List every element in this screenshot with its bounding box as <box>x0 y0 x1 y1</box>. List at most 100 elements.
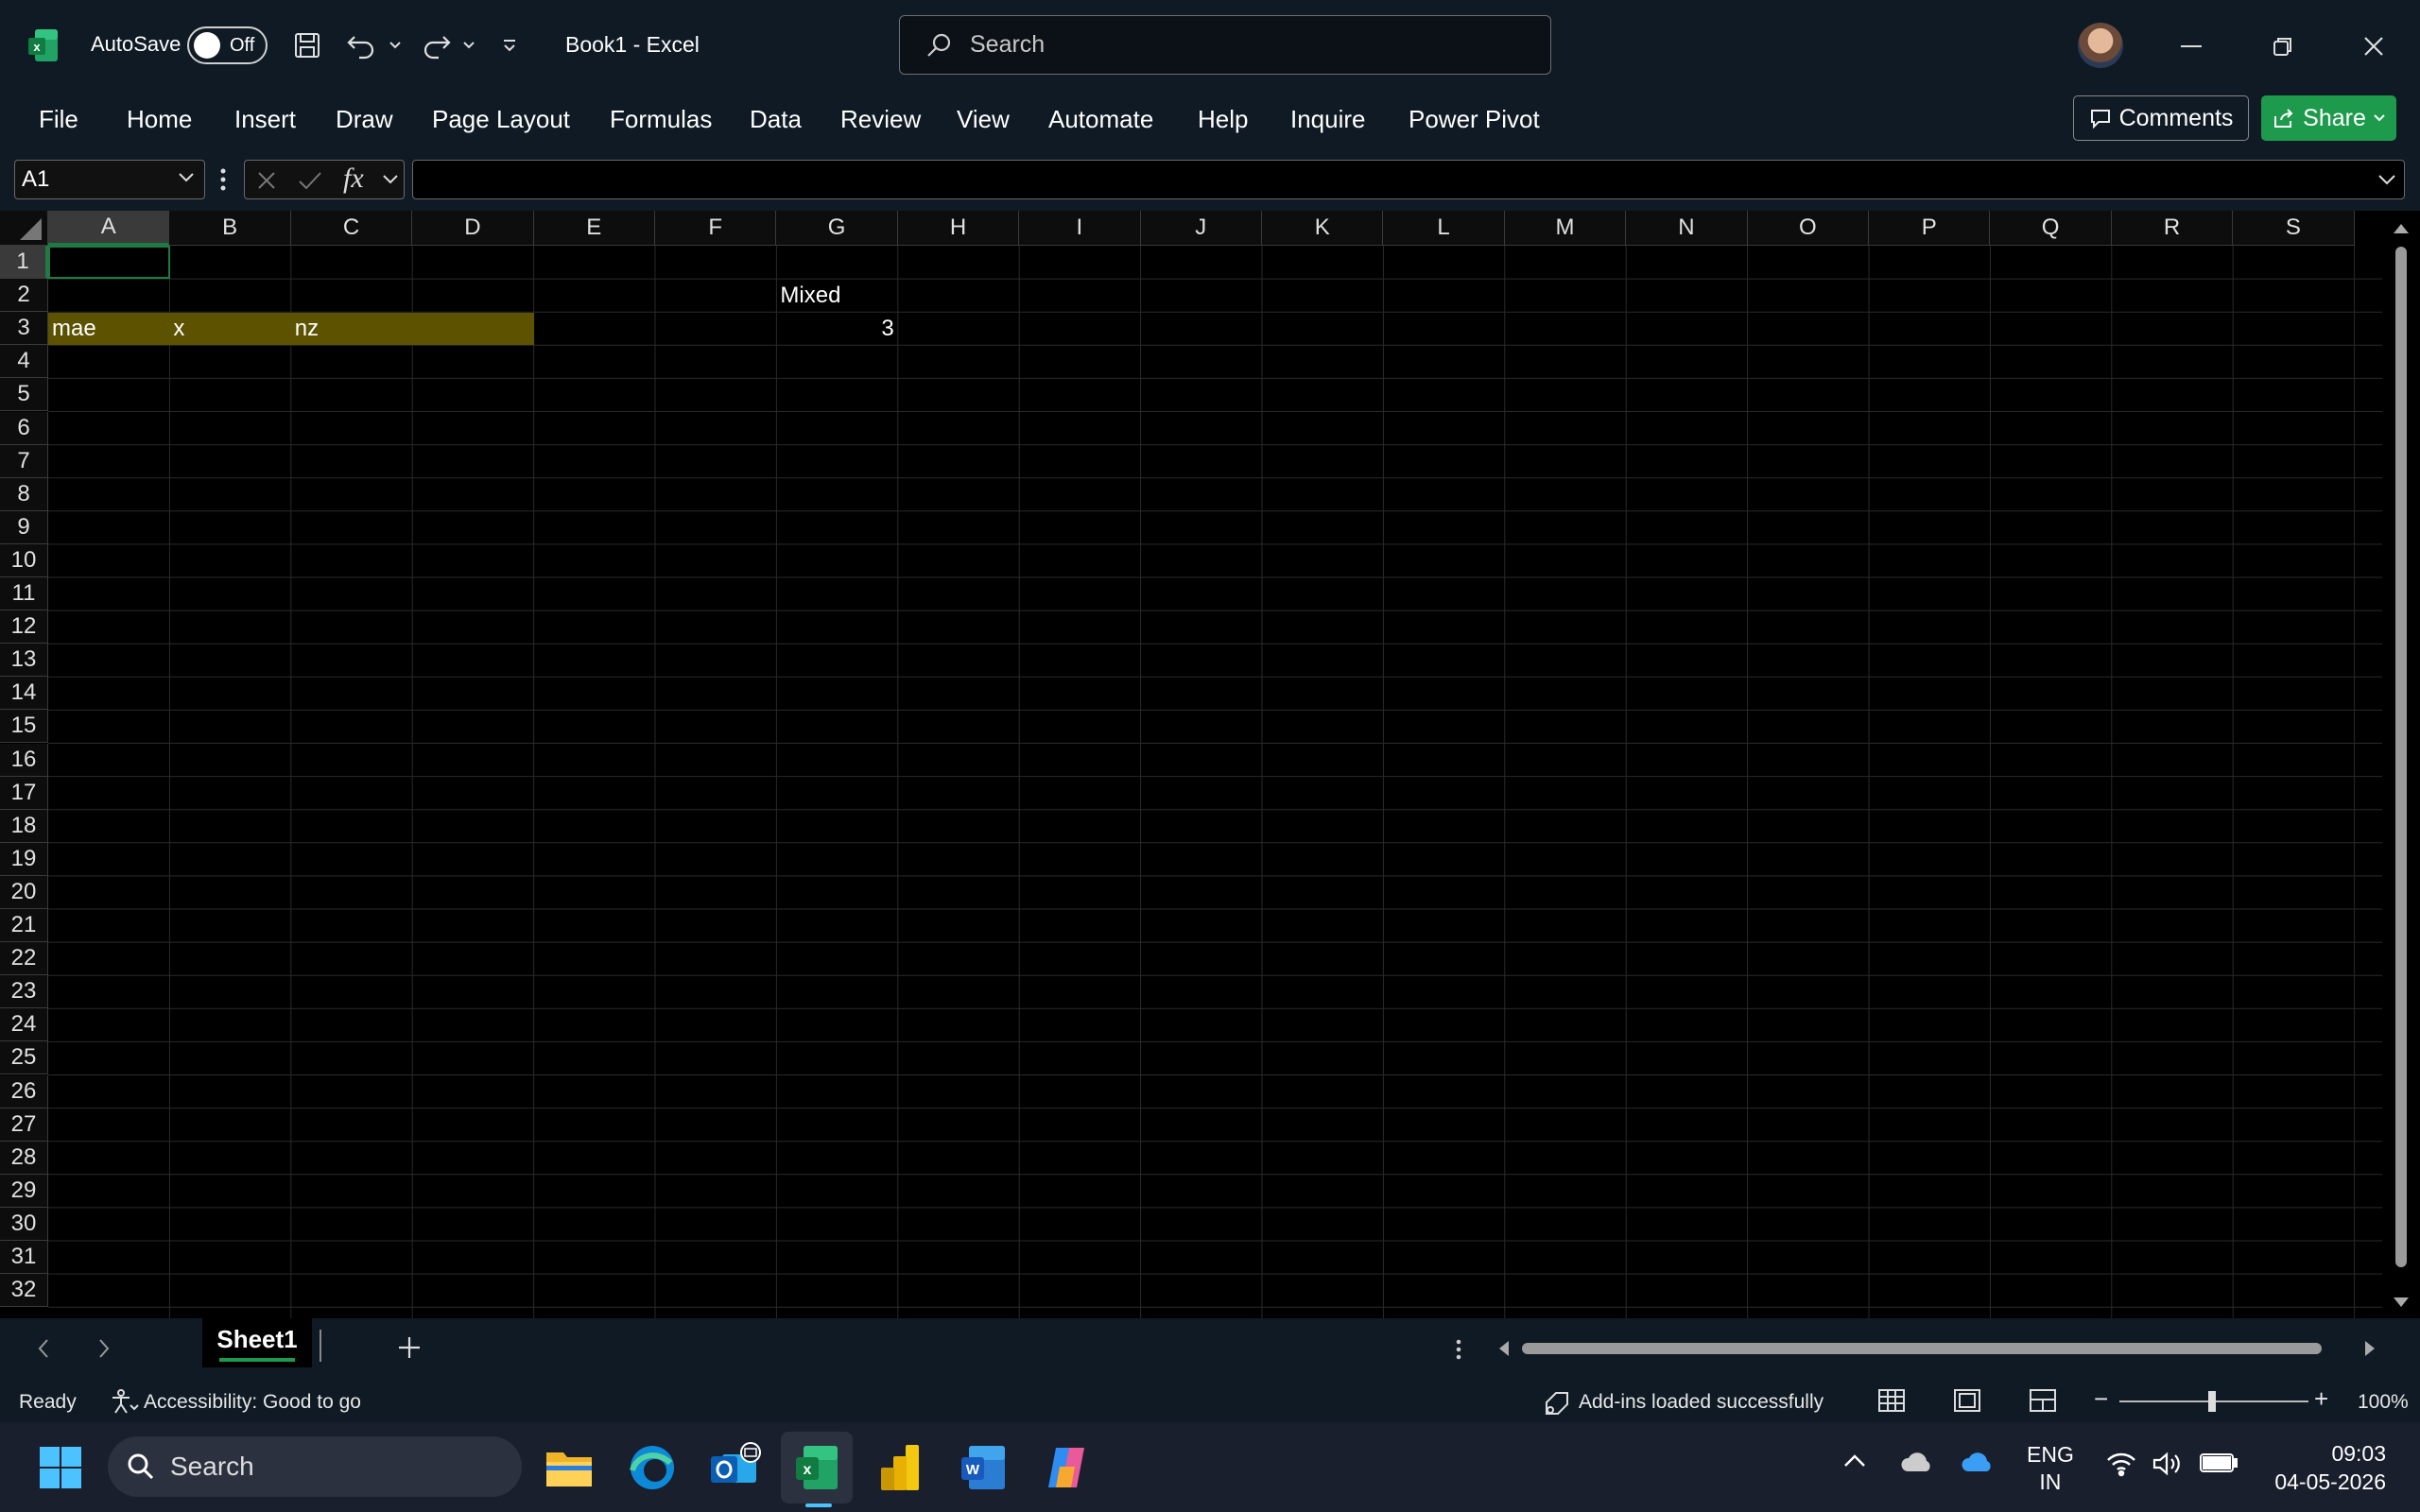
row-header-9[interactable]: 9 <box>0 510 48 544</box>
onedrive-blue-icon[interactable] <box>1961 1451 1995 1473</box>
row-header-30[interactable]: 30 <box>0 1207 48 1241</box>
scroll-right-icon[interactable] <box>2363 1339 2377 1358</box>
row-header-31[interactable]: 31 <box>0 1241 48 1274</box>
row-header-1[interactable]: 1 <box>0 246 48 279</box>
next-sheet-icon[interactable] <box>96 1337 112 1360</box>
row-header-32[interactable]: 32 <box>0 1274 48 1308</box>
fx-dropdown-icon[interactable] <box>383 175 398 184</box>
close-icon[interactable] <box>2350 23 2397 70</box>
page-layout-view-icon[interactable] <box>1953 1388 1981 1413</box>
sheet-tab-sheet1[interactable]: Sheet1 <box>202 1318 312 1367</box>
language-indicator[interactable]: ENG IN <box>2027 1441 2074 1496</box>
cell-b3[interactable]: x <box>173 312 286 345</box>
vertical-scrollbar[interactable] <box>2382 211 2420 1318</box>
tab-file[interactable]: File <box>39 105 78 134</box>
save-icon[interactable] <box>288 26 326 64</box>
windows-start-icon[interactable] <box>34 1441 87 1494</box>
row-header-2[interactable]: 2 <box>0 279 48 313</box>
restore-icon[interactable] <box>2259 23 2307 70</box>
tab-insert[interactable]: Insert <box>234 105 296 134</box>
tab-page-layout[interactable]: Page Layout <box>432 105 570 134</box>
copilot-icon[interactable] <box>1040 1441 1093 1494</box>
row-header-14[interactable]: 14 <box>0 677 48 711</box>
more-options-icon[interactable] <box>219 167 227 192</box>
zoom-in-icon[interactable]: + <box>2314 1384 2328 1414</box>
redo-dropdown-icon[interactable] <box>458 34 480 57</box>
scroll-up-icon[interactable] <box>2392 222 2411 235</box>
row-header-24[interactable]: 24 <box>0 1008 48 1042</box>
outlook-icon[interactable] <box>709 1441 762 1494</box>
column-header-g[interactable]: G <box>776 211 898 246</box>
tab-draw[interactable]: Draw <box>336 105 393 134</box>
tab-data[interactable]: Data <box>750 105 802 134</box>
cell-a3[interactable]: mae <box>52 312 165 345</box>
column-header-p[interactable]: P <box>1869 211 1991 246</box>
zoom-level[interactable]: 100% <box>2358 1391 2409 1414</box>
column-header-m[interactable]: M <box>1504 211 1627 246</box>
cancel-icon[interactable] <box>256 170 277 191</box>
row-header-13[interactable]: 13 <box>0 644 48 678</box>
cell-c3[interactable]: nz <box>295 312 408 345</box>
volume-icon[interactable] <box>2152 1451 2182 1477</box>
tab-inquire[interactable]: Inquire <box>1290 105 1366 134</box>
accessibility-status[interactable]: Accessibility: Good to go <box>144 1391 361 1414</box>
column-header-b[interactable]: B <box>169 211 291 246</box>
column-header-h[interactable]: H <box>897 211 1020 246</box>
row-header-20[interactable]: 20 <box>0 875 48 909</box>
redo-icon[interactable] <box>418 26 456 64</box>
row-header-5[interactable]: 5 <box>0 378 48 412</box>
column-header-d[interactable]: D <box>412 211 534 246</box>
customize-toolbar-icon[interactable] <box>495 32 524 60</box>
row-header-11[interactable]: 11 <box>0 577 48 610</box>
tab-options-icon[interactable] <box>1456 1337 1461 1362</box>
horizontal-scroll-thumb[interactable] <box>1522 1343 2322 1354</box>
power-bi-icon[interactable] <box>873 1441 926 1494</box>
row-header-15[interactable]: 15 <box>0 710 48 744</box>
tab-view[interactable]: View <box>957 105 1010 134</box>
row-header-29[interactable]: 29 <box>0 1174 48 1208</box>
column-header-j[interactable]: J <box>1140 211 1262 246</box>
tab-review[interactable]: Review <box>840 105 921 134</box>
add-sheet-icon[interactable] <box>397 1335 422 1360</box>
row-header-18[interactable]: 18 <box>0 809 48 843</box>
cell-g2[interactable]: Mixed <box>780 279 893 312</box>
row-header-3[interactable]: 3 <box>0 312 48 346</box>
normal-view-icon[interactable] <box>1877 1388 1906 1413</box>
row-header-23[interactable]: 23 <box>0 975 48 1009</box>
zoom-slider-thumb[interactable] <box>2208 1391 2216 1412</box>
column-header-o[interactable]: O <box>1747 211 1869 246</box>
row-header-19[interactable]: 19 <box>0 842 48 876</box>
column-header-k[interactable]: K <box>1262 211 1384 246</box>
user-avatar[interactable] <box>2078 23 2123 68</box>
column-header-i[interactable]: I <box>1019 211 1141 246</box>
search-box[interactable]: Search <box>899 15 1551 75</box>
formula-input[interactable] <box>412 160 2405 199</box>
undo-dropdown-icon[interactable] <box>384 34 406 57</box>
undo-icon[interactable] <box>342 26 380 64</box>
select-all-corner[interactable] <box>0 211 48 246</box>
tab-help[interactable]: Help <box>1198 105 1248 134</box>
tab-home[interactable]: Home <box>127 105 192 134</box>
scroll-left-icon[interactable] <box>1497 1339 1511 1358</box>
row-header-17[interactable]: 17 <box>0 776 48 810</box>
row-header-16[interactable]: 16 <box>0 743 48 777</box>
cell-g3[interactable]: 3 <box>780 312 893 345</box>
column-header-f[interactable]: F <box>655 211 777 246</box>
column-header-q[interactable]: Q <box>1990 211 2112 246</box>
onedrive-gray-icon[interactable] <box>1900 1451 1934 1473</box>
taskbar-search[interactable]: Search <box>108 1436 522 1497</box>
row-header-27[interactable]: 27 <box>0 1108 48 1142</box>
column-header-s[interactable]: S <box>2233 211 2355 246</box>
row-header-28[interactable]: 28 <box>0 1141 48 1175</box>
row-header-10[interactable]: 10 <box>0 543 48 577</box>
row-header-12[interactable]: 12 <box>0 610 48 644</box>
wifi-icon[interactable] <box>2106 1451 2136 1477</box>
column-header-r[interactable]: R <box>2111 211 2234 246</box>
tab-automate[interactable]: Automate <box>1048 105 1153 134</box>
share-button[interactable]: Share <box>2261 95 2396 141</box>
row-header-4[interactable]: 4 <box>0 345 48 379</box>
previous-sheet-icon[interactable] <box>36 1337 51 1360</box>
page-break-view-icon[interactable] <box>2029 1388 2057 1413</box>
word-icon[interactable]: W <box>957 1441 1010 1494</box>
battery-icon[interactable] <box>2199 1452 2238 1473</box>
